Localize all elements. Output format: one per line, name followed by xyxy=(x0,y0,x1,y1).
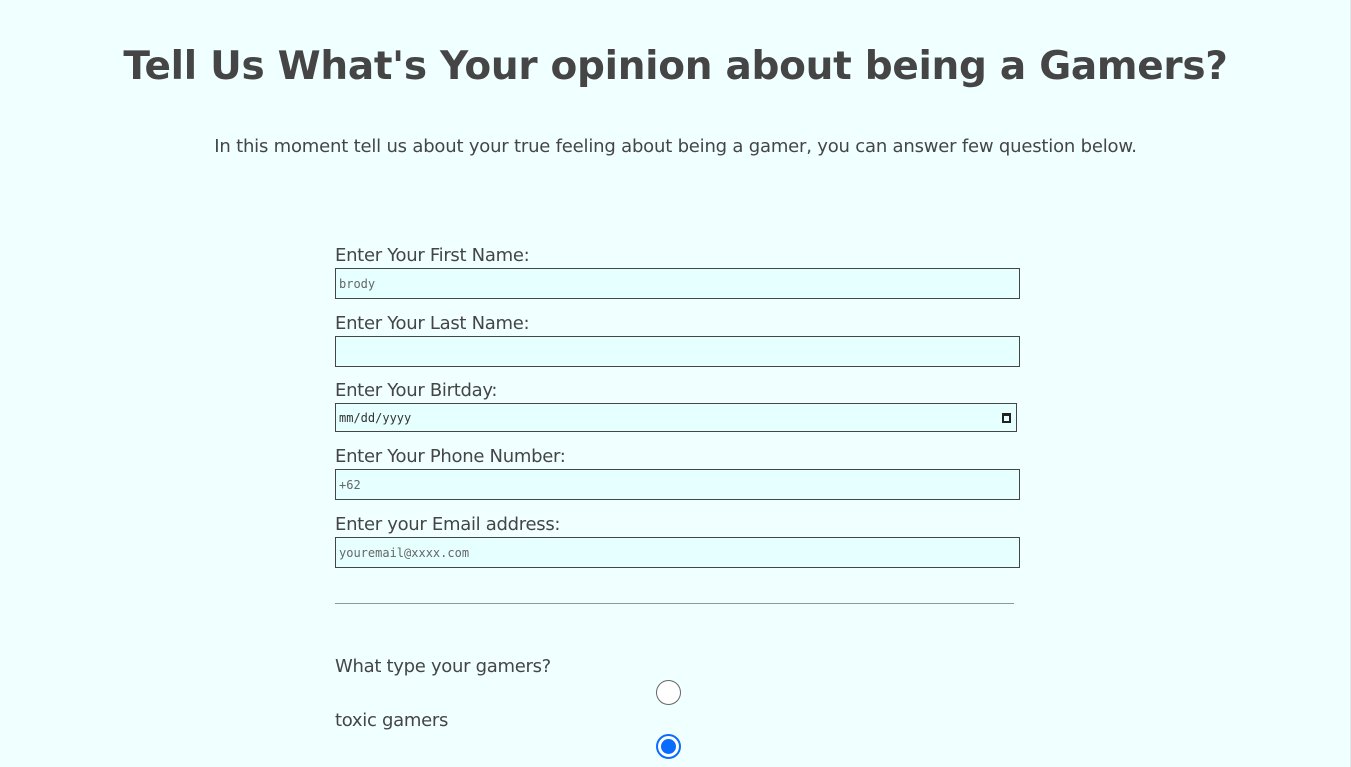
option-toxic-gamers-label: toxic gamers xyxy=(335,710,449,731)
gamer-type-question: What type your gamers? xyxy=(335,656,551,677)
page-title: Tell Us What's Your opinion about being … xyxy=(123,44,1228,89)
email-input[interactable] xyxy=(335,537,1020,568)
divider xyxy=(335,603,1014,604)
last-name-input[interactable] xyxy=(335,336,1020,367)
radio-option-2-selected[interactable] xyxy=(656,734,681,759)
first-name-label: Enter Your First Name: xyxy=(335,245,530,266)
phone-input[interactable] xyxy=(335,469,1020,500)
first-name-input[interactable] xyxy=(335,268,1020,299)
birthday-placeholder: mm/dd/yyyy xyxy=(339,410,412,425)
birthday-date-input[interactable]: mm/dd/yyyy xyxy=(335,403,1017,432)
radio-option-1[interactable] xyxy=(656,680,681,705)
email-label: Enter your Email address: xyxy=(335,514,561,535)
page-subtitle: In this moment tell us about your true f… xyxy=(214,136,1137,157)
birthday-label: Enter Your Birtday: xyxy=(335,380,498,401)
phone-label: Enter Your Phone Number: xyxy=(335,446,566,467)
last-name-label: Enter Your Last Name: xyxy=(335,313,530,334)
calendar-icon[interactable] xyxy=(1002,412,1011,423)
